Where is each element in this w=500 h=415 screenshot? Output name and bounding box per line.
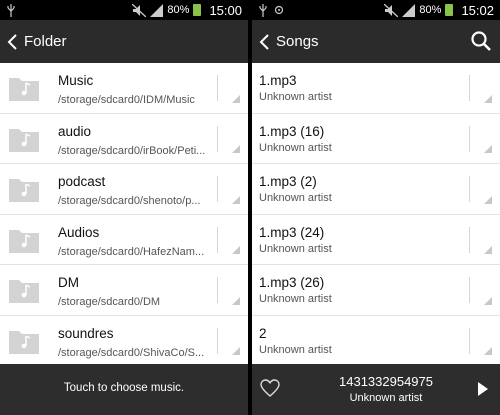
heart-icon[interactable] — [260, 379, 280, 397]
divider — [469, 75, 470, 101]
folder-name: audio — [58, 123, 92, 139]
corner-indicator-icon — [232, 195, 240, 204]
page-title: Songs — [276, 33, 319, 50]
folder-path: /storage/sdcard0/ShivaCo/S... — [58, 346, 205, 359]
battery-icon — [445, 4, 454, 16]
divider — [217, 327, 218, 354]
divider — [217, 277, 218, 303]
action-bar: Songs — [252, 20, 500, 63]
usb-icon — [7, 3, 15, 17]
divider — [217, 75, 218, 101]
battery-percent: 80% — [167, 4, 190, 16]
corner-indicator-icon — [484, 347, 492, 355]
page-title: Folder — [24, 33, 67, 50]
folder-screen: 80% 15:00 Folder Music /storage/sdcard0/… — [0, 0, 248, 415]
folder-path: /storage/sdcard0/IDM/Music — [58, 94, 195, 106]
folder-icon — [9, 128, 39, 152]
battery-percent: 80% — [419, 4, 442, 16]
now-playing-artist: Unknown artist — [349, 392, 423, 404]
divider — [217, 226, 218, 253]
folder-name: Audios — [58, 224, 100, 240]
divider — [217, 125, 218, 152]
list-item[interactable]: Music /storage/sdcard0/IDM/Music — [0, 63, 248, 114]
song-artist: Unknown artist — [259, 192, 332, 204]
corner-indicator-icon — [484, 296, 492, 305]
corner-indicator-icon — [484, 246, 492, 254]
song-list: 1.mp3 Unknown artist 1.mp3 (16) Unknown … — [252, 63, 500, 366]
song-artist: Unknown artist — [259, 91, 332, 103]
corner-indicator-icon — [484, 94, 492, 103]
clock: 15:00 — [209, 2, 242, 18]
list-item[interactable]: soundres /storage/sdcard0/ShivaCo/S... — [0, 316, 248, 366]
usb-icon — [259, 3, 267, 17]
song-title: 1.mp3 (24) — [259, 224, 325, 240]
signal-icon — [150, 3, 164, 17]
divider — [469, 125, 470, 152]
divider — [469, 226, 470, 253]
list-item[interactable]: DM /storage/sdcard0/DM — [0, 265, 248, 316]
folder-icon — [9, 330, 39, 354]
chevron-left-icon[interactable] — [258, 32, 272, 52]
folder-name: podcast — [58, 174, 106, 189]
list-item[interactable]: 1.mp3 (16) Unknown artist — [252, 114, 500, 164]
corner-indicator-icon — [232, 347, 240, 355]
song-artist: Unknown artist — [259, 242, 332, 255]
chevron-left-icon[interactable] — [6, 32, 20, 52]
song-artist: Unknown artist — [259, 141, 332, 154]
divider — [469, 277, 470, 303]
action-bar: Folder — [0, 20, 248, 63]
footer-message: Touch to choose music. — [63, 382, 185, 394]
divider — [469, 327, 470, 354]
folder-icon — [9, 78, 39, 101]
corner-indicator-icon — [232, 145, 240, 153]
folder-path: /storage/sdcard0/HafezNam... — [58, 245, 205, 258]
folder-name: soundres — [58, 325, 114, 341]
folder-path: /storage/sdcard0/irBook/Peti... — [58, 144, 206, 157]
choose-music-bar[interactable]: Touch to choose music. — [0, 364, 248, 415]
songs-screen: 80% 15:02 Songs 1.mp3 Unknown artist 1.m… — [252, 0, 500, 415]
folder-name: DM — [58, 275, 79, 290]
song-title: 1.mp3 (16) — [259, 123, 325, 139]
folder-path: /storage/sdcard0/DM — [58, 296, 161, 308]
list-item[interactable]: 2 Unknown artist — [252, 316, 500, 366]
mute-icon — [384, 3, 399, 17]
list-item[interactable]: Audios /storage/sdcard0/HafezNam... — [0, 215, 248, 265]
divider — [217, 176, 218, 202]
list-item[interactable]: 1.mp3 (26) Unknown artist — [252, 265, 500, 316]
list-item[interactable]: 1.mp3 (2) Unknown artist — [252, 164, 500, 215]
folder-icon — [9, 280, 39, 303]
folder-path: /storage/sdcard0/shenoto/p... — [58, 195, 201, 207]
battery-icon — [193, 4, 202, 16]
corner-indicator-icon — [232, 246, 240, 254]
search-icon[interactable] — [470, 30, 492, 52]
corner-indicator-icon — [484, 195, 492, 204]
signal-icon — [402, 3, 416, 17]
status-bar: 80% 15:00 — [0, 0, 248, 20]
list-item[interactable]: audio /storage/sdcard0/irBook/Peti... — [0, 114, 248, 164]
folder-list: Music /storage/sdcard0/IDM/Music audio /… — [0, 63, 248, 366]
corner-indicator-icon — [484, 145, 492, 153]
song-title: 1.mp3 (26) — [259, 275, 325, 290]
folder-icon — [9, 179, 39, 202]
now-playing-title: 1431332954975 — [339, 374, 433, 389]
song-title: 1.mp3 — [259, 73, 297, 88]
folder-name: Music — [58, 73, 94, 88]
song-artist: Unknown artist — [259, 293, 332, 305]
clock: 15:02 — [461, 2, 494, 18]
sync-icon — [274, 5, 284, 15]
mute-icon — [132, 3, 147, 17]
divider — [469, 176, 470, 202]
status-bar: 80% 15:02 — [252, 0, 500, 20]
list-item[interactable]: 1.mp3 (24) Unknown artist — [252, 215, 500, 265]
song-title: 1.mp3 (2) — [259, 174, 317, 189]
folder-icon — [9, 229, 39, 253]
corner-indicator-icon — [232, 94, 240, 103]
now-playing-bar[interactable]: 1431332954975 Unknown artist — [252, 364, 500, 415]
corner-indicator-icon — [232, 296, 240, 305]
list-item[interactable]: podcast /storage/sdcard0/shenoto/p... — [0, 164, 248, 215]
song-artist: Unknown artist — [259, 343, 332, 356]
play-icon[interactable] — [478, 382, 488, 396]
list-item[interactable]: 1.mp3 Unknown artist — [252, 63, 500, 114]
song-title: 2 — [259, 325, 267, 341]
